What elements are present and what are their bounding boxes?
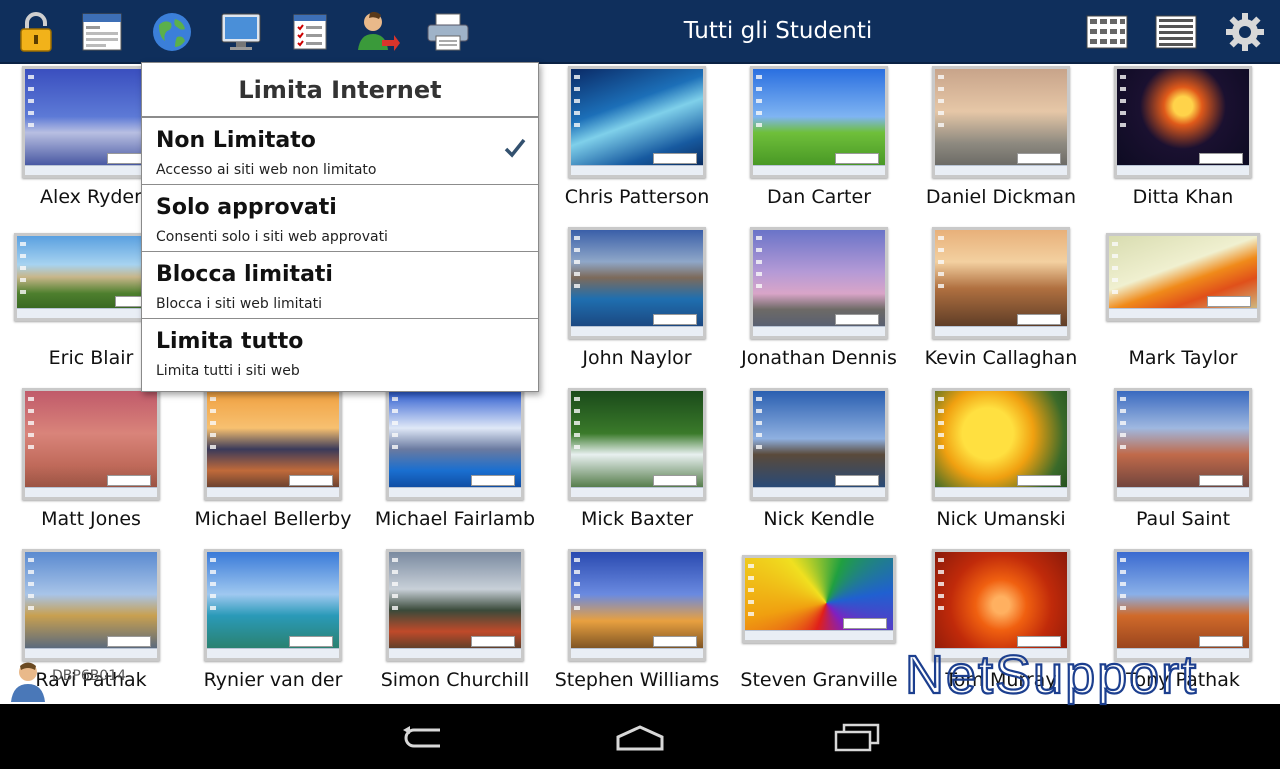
menu-item-limita-tutto[interactable]: Limita tutto Limita tutti i siti web — [142, 319, 538, 386]
menu-item-non-limitato[interactable]: Non Limitato Accesso ai siti web non lim… — [142, 118, 538, 185]
globe-icon[interactable] — [150, 10, 194, 54]
student-name: Kevin Callaghan — [924, 347, 1078, 369]
student-tile[interactable]: Jonathan Dennis — [728, 223, 910, 384]
student-tile[interactable]: Rynier van der — [182, 545, 364, 704]
student-tile[interactable]: Michael Fairlamb — [364, 384, 546, 545]
top-toolbar: Tutti gli Studenti — [0, 0, 1280, 64]
student-screen-thumbnail[interactable] — [22, 388, 160, 500]
menu-item-blocca-limitati[interactable]: Blocca limitati Blocca i siti web limita… — [142, 252, 538, 319]
menu-item-title: Blocca limitati — [156, 262, 333, 287]
student-screen-thumbnail[interactable] — [1114, 388, 1252, 500]
student-screen-thumbnail[interactable] — [932, 388, 1070, 500]
student-screen-thumbnail[interactable] — [568, 388, 706, 500]
student-name: John Naylor — [582, 347, 692, 369]
student-tile[interactable]: Ditta Khan — [1092, 62, 1274, 223]
student-screen-thumbnail[interactable] — [204, 388, 342, 500]
machine-indicator[interactable]: DBP6B014 — [8, 660, 158, 704]
student-name: Matt Jones — [41, 508, 141, 530]
menu-item-subtitle: Limita tutti i siti web — [156, 363, 300, 379]
student-name: Jonathan Dennis — [741, 347, 897, 369]
student-tile[interactable]: Matt Jones — [0, 384, 182, 545]
menu-item-subtitle: Blocca i siti web limitati — [156, 296, 322, 312]
student-name: Stephen Williams — [554, 669, 720, 691]
window-icon[interactable] — [80, 10, 124, 54]
menu-item-subtitle: Consenti solo i siti web approvati — [156, 229, 388, 245]
student-name: Nick Umanski — [936, 508, 1066, 530]
student-name: Steven Granville — [740, 669, 898, 691]
student-screen-thumbnail[interactable] — [22, 66, 160, 178]
student-name: Chris Patterson — [564, 186, 710, 208]
student-screen-thumbnail[interactable] — [1114, 66, 1252, 178]
user-remove-icon[interactable] — [356, 10, 400, 54]
student-tile[interactable]: Paul Saint — [1092, 384, 1274, 545]
user-avatar-icon — [8, 660, 48, 706]
student-tile[interactable]: Nick Kendle — [728, 384, 910, 545]
menu-item-subtitle: Accesso ai siti web non limitato — [156, 162, 377, 178]
checklist-icon[interactable] — [288, 10, 332, 54]
recent-apps-button[interactable] — [827, 718, 887, 758]
menu-item-solo-approvati[interactable]: Solo approvati Consenti solo i siti web … — [142, 185, 538, 252]
grid-view-icon[interactable] — [1085, 10, 1129, 54]
student-name: Rynier van der — [203, 669, 343, 691]
student-tile[interactable]: Simon Churchill — [364, 545, 546, 704]
student-tile[interactable]: Steven Granville — [728, 545, 910, 704]
student-screen-thumbnail[interactable] — [932, 66, 1070, 178]
menu-item-title: Non Limitato — [156, 128, 316, 153]
student-tile[interactable]: Chris Patterson — [546, 62, 728, 223]
student-name: Mark Taylor — [1128, 347, 1238, 369]
student-screen-thumbnail[interactable] — [386, 388, 524, 500]
student-name: Michael Fairlamb — [374, 508, 536, 530]
list-view-icon[interactable] — [1154, 10, 1198, 54]
student-name: Mick Baxter — [580, 508, 694, 530]
menu-item-title: Limita tutto — [156, 329, 304, 354]
student-tile[interactable]: John Naylor — [546, 223, 728, 384]
svg-text:NetSupport: NetSupport — [905, 648, 1198, 705]
student-tile[interactable]: Stephen Williams — [546, 545, 728, 704]
machine-name: DBP6B014 — [52, 668, 127, 684]
home-button[interactable] — [610, 718, 670, 758]
student-tile[interactable]: Dan Carter — [728, 62, 910, 223]
student-screen-thumbnail[interactable] — [932, 227, 1070, 339]
student-screen-thumbnail[interactable] — [750, 227, 888, 339]
limit-internet-menu: Limita Internet Non Limitato Accesso ai … — [141, 62, 539, 392]
student-screen-thumbnail[interactable] — [568, 227, 706, 339]
student-tile[interactable]: Kevin Callaghan — [910, 223, 1092, 384]
student-screen-thumbnail[interactable] — [386, 549, 524, 661]
system-nav-bar — [0, 704, 1280, 769]
lock-icon[interactable] — [14, 10, 58, 54]
student-screen-thumbnail[interactable] — [1114, 549, 1252, 661]
student-screen-thumbnail[interactable] — [204, 549, 342, 661]
student-tile[interactable]: Daniel Dickman — [910, 62, 1092, 223]
menu-item-title: Solo approvati — [156, 195, 337, 220]
menu-title: Limita Internet — [142, 63, 538, 118]
student-tile[interactable]: Mick Baxter — [546, 384, 728, 545]
student-name: Dan Carter — [766, 186, 872, 208]
student-screen-thumbnail[interactable] — [750, 388, 888, 500]
student-name: Michael Bellerby — [194, 508, 352, 530]
student-tile[interactable]: Nick Umanski — [910, 384, 1092, 545]
student-screen-thumbnail[interactable] — [1106, 233, 1260, 321]
student-name: Ditta Khan — [1132, 186, 1234, 208]
monitor-icon[interactable] — [219, 10, 263, 54]
student-screen-thumbnail[interactable] — [22, 549, 160, 661]
student-name: Simon Churchill — [380, 669, 530, 691]
gear-icon[interactable] — [1223, 10, 1267, 54]
student-name: Paul Saint — [1135, 508, 1231, 530]
student-screen-thumbnail[interactable] — [568, 549, 706, 661]
student-tile[interactable]: Michael Bellerby — [182, 384, 364, 545]
student-name: Daniel Dickman — [925, 186, 1077, 208]
student-screen-thumbnail[interactable] — [932, 549, 1070, 661]
student-name: Nick Kendle — [763, 508, 875, 530]
checkmark-icon — [504, 138, 526, 162]
student-screen-thumbnail[interactable] — [568, 66, 706, 178]
page-title: Tutti gli Studenti — [683, 18, 873, 44]
netsupport-logo: NetSupport — [904, 644, 1280, 708]
student-tile[interactable]: Mark Taylor — [1092, 223, 1274, 384]
back-button[interactable] — [394, 718, 454, 758]
printer-icon[interactable] — [426, 10, 470, 54]
student-screen-thumbnail[interactable] — [750, 66, 888, 178]
student-screen-thumbnail[interactable] — [742, 555, 896, 643]
